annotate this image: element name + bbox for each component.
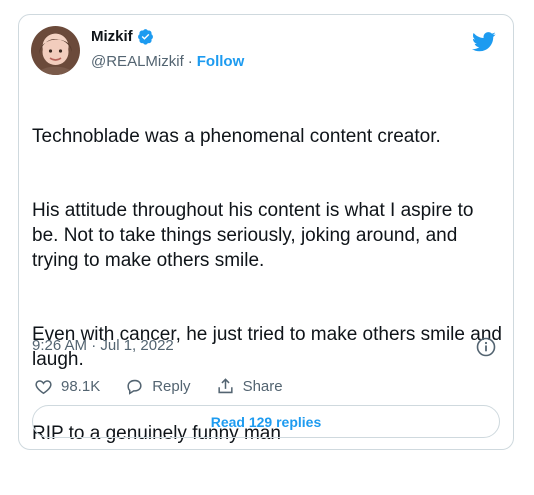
reply-bubble-icon — [127, 379, 142, 395]
info-icon[interactable] — [476, 337, 496, 357]
tweet-timestamp[interactable]: 9:26 AM · Jul 1, 2022 — [32, 337, 174, 354]
handle-row: @REALMizkif · Follow — [91, 53, 244, 70]
verified-badge-icon — [137, 28, 154, 45]
read-replies-button[interactable]: Read 129 replies — [32, 405, 500, 438]
author-name-row: Mizkif — [91, 28, 154, 45]
follow-button[interactable]: Follow — [197, 53, 245, 70]
reply-label: Reply — [152, 378, 191, 395]
tweet-paragraph: His attitude throughout his content is w… — [32, 200, 474, 271]
avatar[interactable] — [31, 26, 80, 75]
separator: · — [187, 53, 193, 70]
twitter-bird-icon[interactable] — [472, 32, 496, 52]
display-name[interactable]: Mizkif — [91, 28, 133, 45]
tweet-card: Mizkif @REALMizkif · Follow Technoblade … — [18, 14, 514, 450]
tweet-actions: 98.1K Reply Share — [34, 377, 308, 396]
reply-button[interactable]: Reply — [125, 377, 191, 396]
share-icon — [217, 378, 233, 394]
heart-icon — [35, 380, 52, 395]
share-button[interactable]: Share — [216, 377, 283, 396]
like-button[interactable]: 98.1K — [34, 377, 100, 396]
handle[interactable]: @REALMizkif — [91, 53, 184, 70]
like-count: 98.1K — [61, 378, 101, 395]
share-label: Share — [242, 378, 283, 395]
tweet-paragraph: Technoblade was a phenomenal content cre… — [32, 126, 441, 147]
